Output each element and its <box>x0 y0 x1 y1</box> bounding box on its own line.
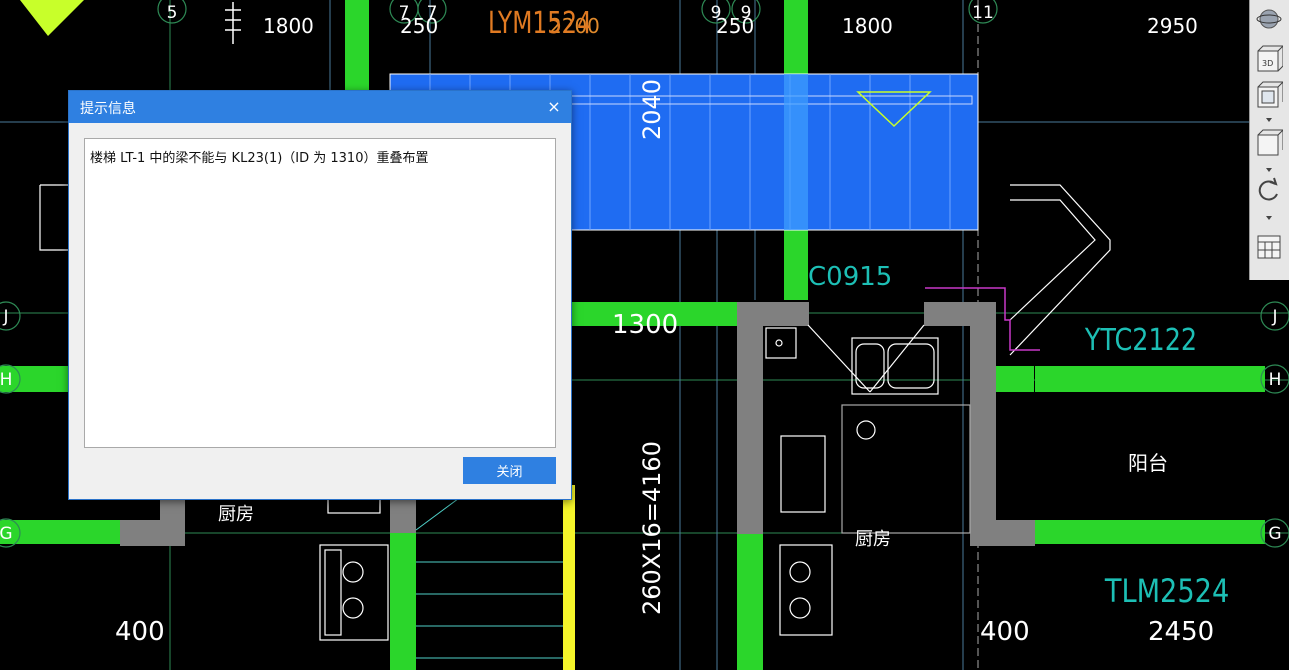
axis-label-left: G <box>0 524 13 544</box>
wall <box>970 302 996 546</box>
axis-label-top: 11 <box>972 3 994 23</box>
axis-label-right: J <box>1271 307 1277 327</box>
dim-top: 1800 <box>842 14 893 38</box>
layer-grid-icon[interactable] <box>1253 232 1285 262</box>
view-box-icon[interactable] <box>1253 128 1285 158</box>
view-toolbar: 3D <box>1249 0 1289 280</box>
close-icon[interactable]: × <box>543 96 565 118</box>
chevron-down-icon[interactable] <box>1266 216 1272 220</box>
axis-label-top: 5 <box>167 3 178 23</box>
wall <box>160 498 185 528</box>
dim-top: 250 <box>400 14 438 38</box>
axis-label-left: J <box>2 307 8 327</box>
beam <box>1035 520 1265 544</box>
label-ytc: YTC2122 <box>1084 322 1197 358</box>
dialog-title-bar[interactable]: 提示信息 × <box>69 91 571 123</box>
svg-text:3D: 3D <box>1262 59 1273 68</box>
beam <box>737 520 763 670</box>
view-cube-icon[interactable] <box>1253 80 1285 110</box>
chevron-down-icon[interactable] <box>1266 118 1272 122</box>
beam-yellow <box>563 485 575 670</box>
wall <box>995 520 1035 546</box>
label-kitchen-left: 厨房 <box>218 504 254 525</box>
chevron-down-icon[interactable] <box>1266 168 1272 172</box>
message-text: 楼梯 LT-1 中的梁不能与 KL23(1)（ID 为 1310）重叠布置 <box>90 151 429 166</box>
label-tlm: TLM2524 <box>1104 573 1229 611</box>
wall <box>390 498 416 533</box>
dim-stair: 260X16=4160 <box>638 441 666 615</box>
dim-top: 2950 <box>1147 14 1198 38</box>
dialog-title: 提示信息 <box>80 101 136 117</box>
dim-400-right: 400 <box>980 617 1030 647</box>
label-lym: LYM1524 <box>488 6 592 41</box>
dim-2040: 2040 <box>638 79 666 140</box>
dim-top: 1800 <box>263 14 314 38</box>
close-button[interactable]: 关闭 <box>463 457 556 484</box>
axis-label-right: G <box>1268 524 1281 544</box>
axis-label-right: H <box>1269 370 1282 390</box>
orbit-icon[interactable] <box>1253 4 1285 34</box>
label-kitchen-right: 厨房 <box>855 529 891 550</box>
view-3d-icon[interactable]: 3D <box>1253 44 1285 74</box>
dim-2450: 2450 <box>1148 617 1214 647</box>
stair-beam-highlight <box>784 74 808 230</box>
dim-400-left: 400 <box>115 617 165 647</box>
beam <box>345 0 369 90</box>
dim-top: 250 <box>716 14 754 38</box>
rotate-icon[interactable] <box>1253 176 1285 206</box>
beam <box>1035 366 1265 392</box>
beam <box>996 366 1034 392</box>
dim-1300: 1300 <box>612 310 678 340</box>
label-c0915: C0915 <box>808 262 892 292</box>
message-box[interactable]: 楼梯 LT-1 中的梁不能与 KL23(1)（ID 为 1310）重叠布置 <box>84 138 556 448</box>
wall <box>737 302 763 534</box>
beam <box>390 520 416 670</box>
axis-label-left: H <box>0 370 12 390</box>
label-balcony: 阳台 <box>1128 451 1168 475</box>
message-dialog: 提示信息 × 楼梯 LT-1 中的梁不能与 KL23(1)（ID 为 1310）… <box>68 90 572 500</box>
